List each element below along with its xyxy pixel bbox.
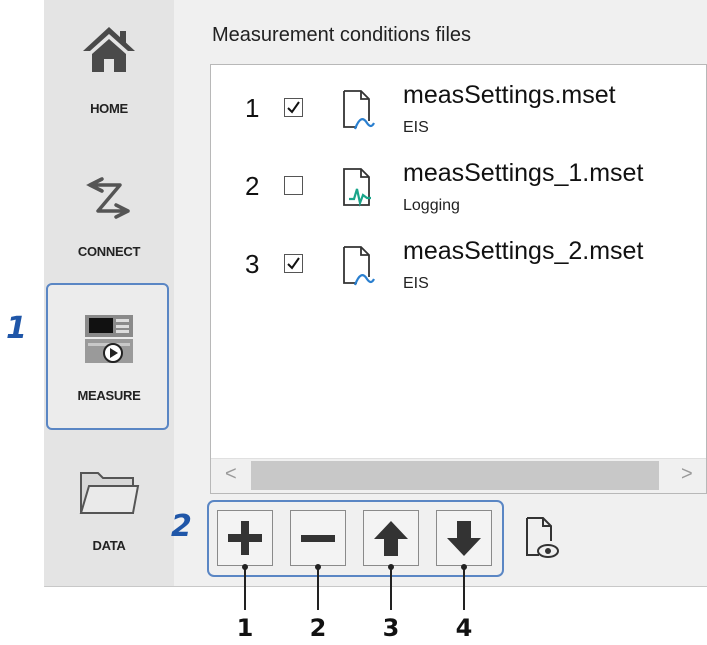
file-type: EIS bbox=[403, 275, 429, 292]
eis-file-icon bbox=[341, 245, 375, 292]
add-icon bbox=[228, 521, 262, 555]
add-file-button[interactable] bbox=[217, 510, 273, 566]
callout-1: 1 bbox=[6, 311, 27, 346]
file-checkbox[interactable] bbox=[284, 98, 303, 117]
callout-2: 2 bbox=[171, 509, 192, 544]
remove-icon bbox=[301, 535, 335, 542]
scrollbar-thumb[interactable] bbox=[251, 461, 659, 490]
file-checkbox[interactable] bbox=[284, 176, 303, 195]
nav-measure[interactable]: MEASURE bbox=[44, 283, 174, 430]
home-icon bbox=[44, 25, 174, 73]
scroll-right-icon[interactable]: > bbox=[681, 463, 693, 486]
nav-data[interactable]: DATA bbox=[44, 440, 174, 586]
label-3: 3 bbox=[382, 614, 400, 642]
measure-instrument-icon bbox=[44, 313, 174, 365]
checkmark-icon bbox=[287, 101, 300, 114]
logging-file-icon bbox=[341, 167, 375, 214]
move-down-button[interactable] bbox=[436, 510, 492, 566]
nav-data-label: DATA bbox=[92, 538, 126, 553]
eis-file-icon bbox=[341, 89, 375, 136]
list-item[interactable]: 1 measSettings.mset EIS bbox=[211, 81, 707, 141]
file-name: measSettings_1.mset bbox=[403, 159, 644, 187]
move-up-icon bbox=[374, 521, 408, 556]
horizontal-scrollbar[interactable]: < > bbox=[211, 458, 706, 493]
file-name: measSettings_2.mset bbox=[403, 237, 644, 265]
preview-file-icon bbox=[526, 517, 559, 558]
leader-line bbox=[317, 566, 319, 610]
preview-file-button[interactable] bbox=[513, 510, 569, 566]
scroll-left-icon[interactable]: < bbox=[225, 463, 237, 486]
nav-home-label: HOME bbox=[90, 101, 128, 116]
nav-measure-label: MEASURE bbox=[77, 388, 141, 403]
file-name: measSettings.mset bbox=[403, 81, 616, 109]
row-number: 1 bbox=[245, 93, 260, 123]
label-1: 1 bbox=[236, 614, 254, 642]
label-4: 4 bbox=[455, 614, 473, 642]
row-number: 2 bbox=[245, 171, 260, 201]
nav-home[interactable]: HOME bbox=[44, 0, 174, 140]
leader-line bbox=[390, 566, 392, 610]
list-item[interactable]: 2 measSettings_1.mset Logging bbox=[211, 159, 707, 219]
panel-title: Measurement conditions files bbox=[212, 24, 472, 46]
checkmark-icon bbox=[287, 257, 300, 270]
move-up-button[interactable] bbox=[363, 510, 419, 566]
move-down-icon bbox=[447, 521, 481, 556]
leader-line bbox=[463, 566, 465, 610]
leader-line bbox=[244, 566, 246, 610]
file-type: EIS bbox=[403, 119, 429, 136]
file-list: 1 measSettings.mset EIS 2 measSettings_1… bbox=[210, 64, 707, 494]
file-type: Logging bbox=[403, 197, 460, 214]
file-checkbox[interactable] bbox=[284, 254, 303, 273]
folder-icon bbox=[44, 468, 174, 518]
nav-connect[interactable]: CONNECT bbox=[44, 140, 174, 280]
row-number: 3 bbox=[245, 249, 260, 279]
label-2: 2 bbox=[309, 614, 327, 642]
remove-file-button[interactable] bbox=[290, 510, 346, 566]
list-item[interactable]: 3 measSettings_2.mset EIS bbox=[211, 237, 707, 297]
nav-connect-label: CONNECT bbox=[77, 244, 141, 259]
connect-icon bbox=[44, 173, 174, 225]
